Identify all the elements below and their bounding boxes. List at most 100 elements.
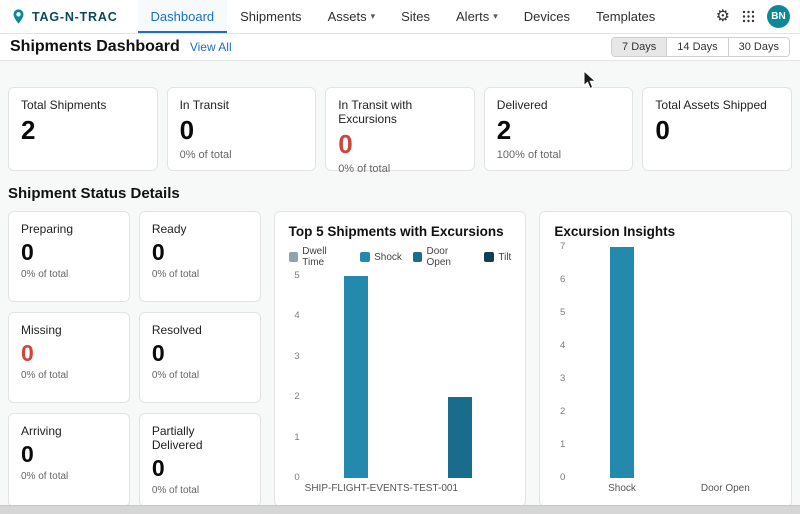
bar-slot [408, 276, 511, 478]
date-range-toggle: 7 Days 14 Days 30 Days [611, 37, 790, 57]
card-label: Ready [151, 222, 187, 236]
summary-card-total-assets-shipped: Total Assets Shipped 0 [642, 87, 792, 171]
card-sub: 0% of total [21, 269, 69, 281]
card-value: 0 [21, 339, 34, 366]
summary-card-in-transit: In Transit 0 0% of total [166, 87, 317, 171]
bar-shock [344, 276, 369, 478]
legend-color-chip [484, 252, 495, 262]
nav-item-dashboard[interactable]: Dashboard [137, 0, 228, 33]
top-nav: TAG-N-TRAC Dashboard Shipments Assets ▾ … [0, 0, 800, 34]
nav-item-label: Alerts [456, 9, 490, 24]
chart-body: 76543210 [554, 241, 777, 483]
legend-item-dwell-time[interactable]: Dwell Time [288, 246, 349, 268]
status-card-missing: Missing 0 0% of total [8, 311, 130, 403]
status-card-resolved: Resolved 0 0% of total [138, 311, 261, 403]
nav-item-alerts[interactable]: Alerts ▾ [443, 0, 511, 33]
card-value: 0 [338, 129, 353, 159]
card-label: Total Shipments [21, 98, 107, 112]
card-value: 0 [151, 339, 165, 366]
plot-area [305, 276, 512, 478]
section-title-shipment-status: Shipment Status Details [8, 185, 180, 202]
card-value: 0 [179, 115, 195, 145]
summary-card-delivered: Delivered 2 100% of total [483, 87, 634, 171]
chart-legend: Dwell Time Shock Door Open Tilt [288, 246, 511, 268]
horizontal-scrollbar[interactable] [0, 505, 800, 514]
y-axis-labels: 76543210 [560, 241, 566, 483]
summary-card-total-shipments: Total Shipments 2 [8, 87, 158, 171]
nav-item-templates[interactable]: Templates [583, 0, 668, 33]
legend-label: Shock [374, 251, 402, 263]
top-shipments-chart: 543210 SHIP-FLIGHT-EVENTS-TEST-001 [289, 270, 512, 494]
y-axis-labels: 543210 [294, 270, 300, 483]
card-sub: 100% of total [496, 148, 562, 161]
dashboard-content: Total Shipments 2 In Transit 0 0% of tot… [0, 87, 800, 507]
legend-label: Dwell Time [302, 246, 327, 268]
excursion-insights-panel: Excursion Insights 76543210 Shock Door Op… [539, 211, 792, 507]
card-sub: 0% of total [151, 269, 200, 281]
legend-item-shock[interactable]: Shock [360, 252, 402, 263]
card-value: 0 [21, 440, 34, 467]
chart-title: Excursion Insights [554, 224, 676, 239]
apps-grid-icon[interactable] [742, 10, 755, 23]
nav-item-assets[interactable]: Assets ▾ [315, 0, 389, 33]
bar-slot [305, 276, 408, 478]
status-cards-grid: Preparing 0 0% of total Ready 0 0% of to… [8, 211, 261, 507]
top-shipments-panel: Top 5 Shipments with Excursions Dwell Ti… [273, 211, 527, 507]
gear-icon[interactable]: ⚙ [716, 8, 730, 25]
card-value: 0 [21, 239, 34, 265]
view-all-link[interactable]: View All [190, 40, 232, 54]
card-sub: 0% of total [151, 370, 200, 382]
card-label: Partially Delivered [151, 423, 203, 452]
x-tick-label: Door Open [700, 483, 750, 494]
card-label: In Transit [179, 98, 229, 112]
page-title: Shipments Dashboard [10, 38, 180, 55]
status-card-arriving: Arriving 0 0% of total [8, 412, 130, 507]
card-label: Resolved [151, 322, 202, 337]
nav-item-label: Assets [327, 9, 367, 24]
nav-item-devices[interactable]: Devices [511, 0, 583, 33]
brand-logo[interactable]: TAG-N-TRAC [10, 0, 118, 33]
location-pin-icon [10, 8, 27, 25]
user-avatar[interactable]: BN [767, 5, 790, 28]
card-label: Arriving [21, 423, 62, 438]
card-label: Missing [21, 322, 62, 337]
legend-item-door-open[interactable]: Door Open [412, 246, 473, 268]
nav-item-sites[interactable]: Sites [388, 0, 443, 33]
legend-color-chip [360, 252, 371, 262]
x-axis-labels: Shock Door Open [570, 483, 777, 494]
bar-shock [610, 247, 634, 478]
summary-card-in-transit-excursions: In Transit with Excursions 0 0% of total [325, 87, 475, 175]
card-value: 0 [151, 239, 165, 265]
card-value: 0 [655, 115, 670, 145]
nav-items: Dashboard Shipments Assets ▾ Sites Alert… [137, 0, 669, 33]
x-tick-label: SHIP-FLIGHT-EVENTS-TEST-001 [304, 483, 459, 494]
card-label: In Transit with Excursions [338, 98, 413, 126]
chevron-down-icon: ▾ [493, 11, 498, 21]
status-card-preparing: Preparing 0 0% of total [8, 211, 130, 302]
status-card-partially-delivered: Partially Delivered 0 0% of total [138, 412, 261, 507]
legend-label: Door Open [426, 246, 451, 268]
card-label: Preparing [21, 222, 74, 236]
bar-slot [570, 247, 673, 478]
excursion-insights-chart: 76543210 Shock Door Open [554, 241, 777, 494]
page-header: Shipments Dashboard View All 7 Days 14 D… [0, 34, 800, 61]
nav-item-label: Sites [401, 9, 431, 24]
range-button-7-days[interactable]: 7 Days [612, 38, 667, 56]
nav-item-shipments[interactable]: Shipments [227, 0, 314, 33]
card-sub: 0% of total [338, 162, 391, 175]
status-card-ready: Ready 0 0% of total [138, 211, 261, 302]
bar-slot [674, 247, 777, 478]
legend-item-tilt[interactable]: Tilt [484, 252, 511, 263]
brand-name: TAG-N-TRAC [32, 9, 118, 24]
nav-item-label: Devices [523, 9, 571, 24]
x-axis-labels: SHIP-FLIGHT-EVENTS-TEST-001 [305, 483, 512, 494]
card-sub: 0% of total [21, 370, 69, 382]
range-button-30-days[interactable]: 30 Days [727, 38, 789, 56]
nav-item-label: Templates [596, 9, 656, 24]
chart-title: Top 5 Shipments with Excursions [288, 224, 504, 239]
nav-item-label: Dashboard [150, 9, 215, 24]
card-sub: 0% of total [151, 485, 200, 496]
card-sub: 0% of total [179, 148, 232, 161]
legend-color-chip [412, 252, 423, 262]
range-button-14-days[interactable]: 14 Days [666, 38, 728, 56]
